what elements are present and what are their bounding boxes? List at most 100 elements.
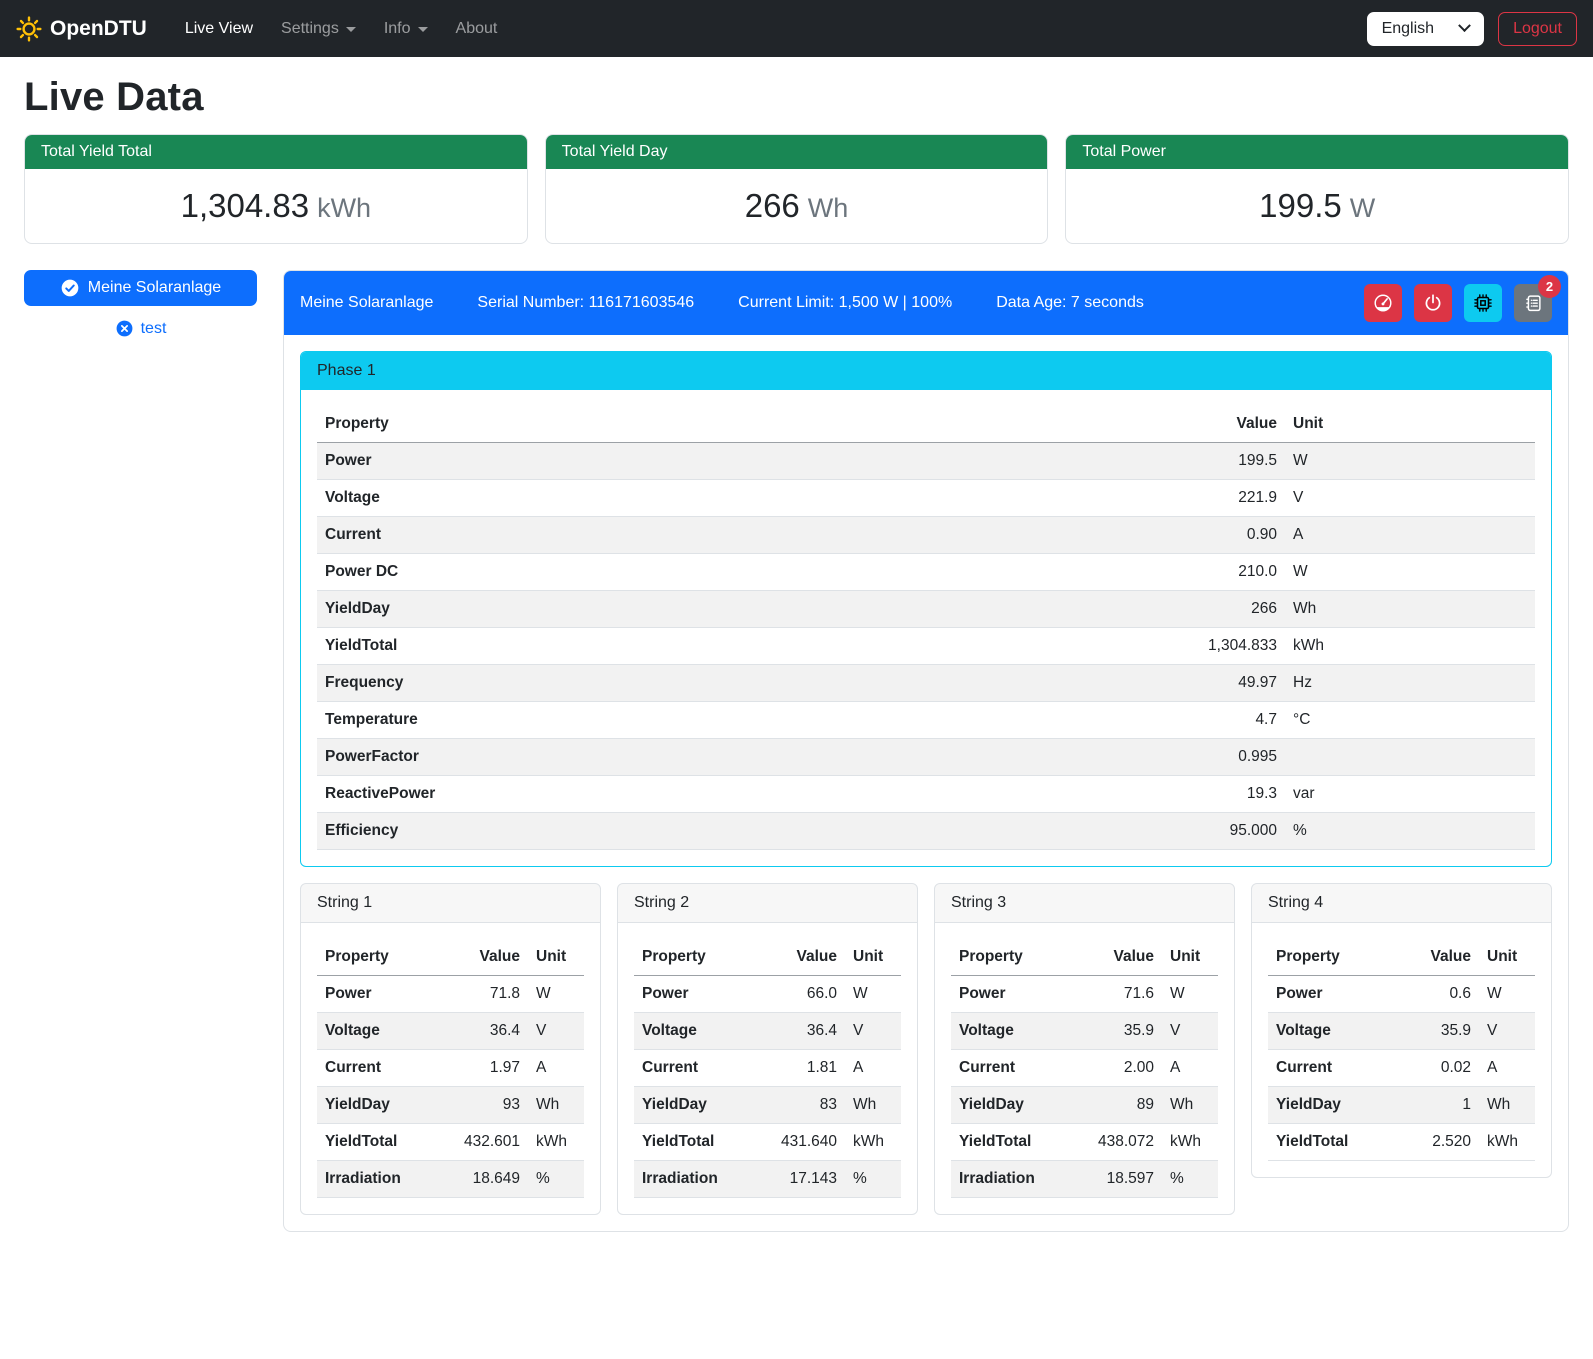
inverter-card: Meine Solaranlage Serial Number: 1161716…: [283, 270, 1569, 1232]
table-row: YieldTotal1,304.833kWh: [317, 628, 1535, 665]
property-cell: YieldDay: [634, 1087, 750, 1124]
card-unit: W: [1350, 193, 1375, 223]
nav-settings-label: Settings: [281, 20, 339, 38]
inverter-select-label: Meine Solaranlage: [88, 279, 221, 297]
string-table: Property Value Unit Power71.6WVoltage35.…: [951, 939, 1218, 1198]
header-value: Value: [1155, 406, 1285, 443]
value-cell: 49.97: [1155, 665, 1285, 702]
unit-cell: %: [845, 1161, 901, 1198]
value-cell: 1,304.833: [1155, 628, 1285, 665]
card-value: 199.5: [1259, 187, 1342, 224]
inverter-select-button[interactable]: Meine Solaranlage: [24, 270, 257, 306]
table-row: YieldDay266Wh: [317, 591, 1535, 628]
property-cell: Irradiation: [634, 1161, 750, 1198]
unit-cell: W: [845, 976, 901, 1013]
property-cell: Current: [1268, 1050, 1384, 1087]
value-cell: 19.3: [1155, 776, 1285, 813]
header-unit: Unit: [1285, 406, 1535, 443]
navbar: OpenDTU Live View Settings Info About En…: [0, 0, 1593, 57]
property-cell: Current: [634, 1050, 750, 1087]
inverter-data-age: Data Age: 7 seconds: [996, 294, 1144, 312]
table-row: Power DC210.0W: [317, 554, 1535, 591]
table-row: Voltage35.9V: [1268, 1013, 1535, 1050]
unit-cell: W: [528, 976, 584, 1013]
value-cell: 438.072: [1067, 1124, 1162, 1161]
table-row: Current0.02A: [1268, 1050, 1535, 1087]
inverter-serial: Serial Number: 116171603546: [477, 294, 694, 312]
property-cell: PowerFactor: [317, 739, 1155, 776]
unit-cell: V: [528, 1013, 584, 1050]
device-info-button[interactable]: [1464, 284, 1502, 322]
inverter-name: Meine Solaranlage: [300, 294, 433, 312]
unit-cell: [1285, 739, 1535, 776]
table-row: Temperature4.7°C: [317, 702, 1535, 739]
table-header-row: Property Value Unit: [317, 939, 584, 976]
limit-settings-button[interactable]: [1364, 284, 1402, 322]
property-cell: Voltage: [951, 1013, 1067, 1050]
value-cell: 2.00: [1067, 1050, 1162, 1087]
logout-button[interactable]: Logout: [1498, 12, 1577, 46]
property-cell: YieldDay: [1268, 1087, 1384, 1124]
value-cell: 36.4: [750, 1013, 845, 1050]
header-value: Value: [1067, 939, 1162, 976]
unit-cell: A: [528, 1050, 584, 1087]
value-cell: 18.649: [433, 1161, 528, 1198]
unit-cell: V: [1285, 480, 1535, 517]
value-cell: 36.4: [433, 1013, 528, 1050]
property-cell: YieldTotal: [951, 1124, 1067, 1161]
inverter-actions: 2: [1364, 284, 1552, 322]
property-cell: YieldDay: [317, 591, 1155, 628]
property-cell: Current: [317, 517, 1155, 554]
power-button[interactable]: [1414, 284, 1452, 322]
string-title: String 4: [1252, 884, 1551, 923]
table-row: Efficiency95.000%: [317, 813, 1535, 850]
language-select[interactable]: English: [1367, 12, 1484, 46]
value-cell: 432.601: [433, 1124, 528, 1161]
value-cell: 66.0: [750, 976, 845, 1013]
event-count-badge: 2: [1538, 275, 1561, 298]
unit-cell: W: [1285, 554, 1535, 591]
nav-about[interactable]: About: [442, 12, 512, 46]
caret-down-icon: [346, 27, 356, 32]
value-cell: 71.6: [1067, 976, 1162, 1013]
phase-title: Phase 1: [301, 352, 1551, 390]
card-title: Total Power: [1066, 135, 1568, 169]
unit-cell: A: [1162, 1050, 1218, 1087]
nav-settings[interactable]: Settings: [267, 12, 370, 46]
unit-cell: W: [1479, 976, 1535, 1013]
property-cell: Efficiency: [317, 813, 1155, 850]
card-value: 1,304.83: [181, 187, 309, 224]
unit-cell: Wh: [528, 1087, 584, 1124]
journal-icon: [1522, 292, 1544, 314]
value-cell: 2.520: [1384, 1124, 1479, 1161]
property-cell: YieldDay: [951, 1087, 1067, 1124]
inverter-sidebar: Meine Solaranlage test: [24, 270, 257, 338]
card-body: 199.5 W: [1066, 169, 1568, 243]
value-cell: 0.995: [1155, 739, 1285, 776]
header-unit: Unit: [528, 939, 584, 976]
value-cell: 1.81: [750, 1050, 845, 1087]
value-cell: 71.8: [433, 976, 528, 1013]
value-cell: 0.6: [1384, 976, 1479, 1013]
nav-info[interactable]: Info: [370, 12, 442, 46]
brand[interactable]: OpenDTU: [16, 16, 147, 42]
unit-cell: W: [1285, 443, 1535, 480]
table-row: Frequency49.97Hz: [317, 665, 1535, 702]
string-card-4: String 4 Property Value Unit: [1251, 883, 1552, 1178]
table-row: YieldDay1Wh: [1268, 1087, 1535, 1124]
unit-cell: kWh: [1285, 628, 1535, 665]
brand-label: OpenDTU: [50, 17, 147, 41]
value-cell: 18.597: [1067, 1161, 1162, 1198]
value-cell: 1.97: [433, 1050, 528, 1087]
unit-cell: V: [845, 1013, 901, 1050]
table-row: Power0.6W: [1268, 976, 1535, 1013]
unit-cell: Wh: [845, 1087, 901, 1124]
inverter-item-test[interactable]: test: [24, 319, 257, 338]
event-log-button[interactable]: 2: [1514, 284, 1552, 322]
property-cell: Power: [951, 976, 1067, 1013]
property-cell: Power: [317, 443, 1155, 480]
property-cell: Voltage: [317, 1013, 433, 1050]
card-title: Total Yield Total: [25, 135, 527, 169]
nav-live-view[interactable]: Live View: [171, 12, 267, 46]
navbar-right: English Logout: [1367, 12, 1577, 46]
